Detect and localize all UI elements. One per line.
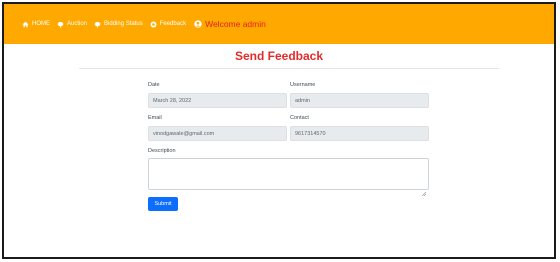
nav-feedback[interactable]: Feedback — [150, 21, 186, 28]
gavel-icon — [94, 21, 101, 28]
top-navbar: HOME Auction Bidding Status Feedback Wel… — [4, 4, 554, 44]
contact-field[interactable]: 9617314570 — [290, 126, 429, 141]
username-label: Username — [290, 82, 316, 88]
resize-handle-icon[interactable] — [421, 183, 427, 197]
username-field[interactable]: admin — [290, 93, 429, 108]
gavel-icon — [57, 21, 64, 28]
description-label: Description — [148, 148, 176, 154]
submit-button[interactable]: Submit — [148, 197, 178, 211]
user-circle-icon — [194, 20, 202, 28]
nav-auction[interactable]: Auction — [57, 21, 87, 28]
nav-bidding-status[interactable]: Bidding Status — [94, 21, 143, 28]
page-title: Send Feedback — [234, 49, 324, 63]
nav-auction-label: Auction — [67, 21, 88, 27]
date-field[interactable]: March 28, 2022 — [148, 93, 287, 108]
home-icon — [22, 21, 29, 28]
nav-feedback-label: Feedback — [159, 21, 187, 27]
browser-viewport: HOME Auction Bidding Status Feedback Wel… — [2, 2, 556, 259]
date-label: Date — [148, 82, 160, 88]
email-field[interactable]: vinodgawale@gmail.com — [148, 126, 287, 141]
nav-bidding-status-label: Bidding Status — [104, 21, 143, 27]
description-textarea[interactable] — [148, 158, 429, 197]
email-label: Email — [148, 115, 162, 121]
title-divider — [79, 68, 499, 69]
contact-label: Contact — [290, 115, 309, 121]
welcome-message: Welcome admin — [194, 19, 266, 29]
welcome-text: Welcome admin — [205, 19, 266, 29]
nav-home-label: HOME — [32, 21, 50, 27]
feedback-icon — [150, 21, 157, 28]
nav-home[interactable]: HOME — [22, 21, 50, 28]
